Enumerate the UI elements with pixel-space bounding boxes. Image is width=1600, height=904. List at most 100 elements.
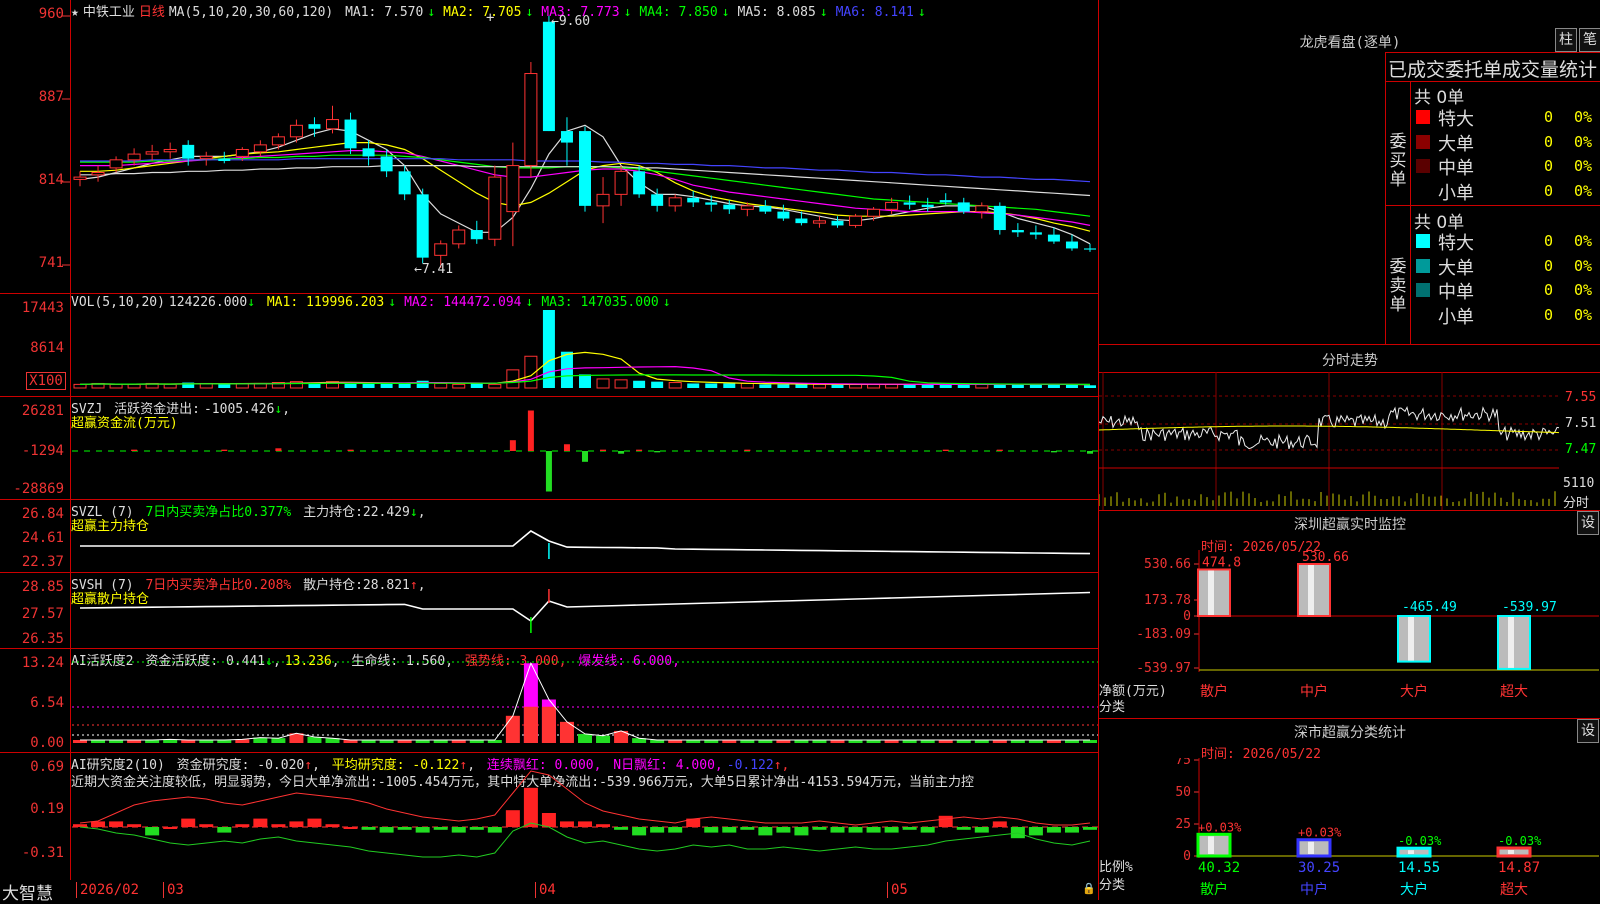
month-label: 03 — [163, 882, 184, 898]
monitor-chart[interactable]: 530.66 173.780 -183.09 -539.97 474.8 散户 530.66… — [1099, 550, 1600, 718]
flow-bar — [1087, 451, 1093, 454]
monitor-y-label: 0 — [1183, 609, 1191, 624]
volume-bar — [777, 384, 790, 388]
candle-body — [740, 205, 754, 210]
order-color-swatch — [1416, 258, 1430, 273]
volume-bar — [614, 379, 628, 389]
class-settings-button[interactable]: 设 — [1577, 719, 1599, 743]
volume-chart[interactable] — [0, 294, 1098, 397]
candlestick-chart[interactable] — [0, 0, 1098, 294]
monitor-y-label: 173.78 — [1144, 593, 1191, 608]
candle-body — [524, 73, 538, 167]
order-count: 0 — [1544, 281, 1554, 299]
monitor-settings-button[interactable]: 设 — [1577, 511, 1599, 535]
candle-body — [470, 230, 483, 240]
order-percent: 0% — [1574, 181, 1593, 200]
research-bar — [776, 827, 791, 833]
lock-icon[interactable]: 🔒 — [1082, 882, 1096, 895]
order-count: 0 — [1544, 232, 1554, 250]
research-bar — [974, 827, 989, 833]
class-stats-chart[interactable]: 75 50 25 0 +0.03% 40.32 散户 +0.03% 30.25 中户 -0.03% 1… — [1099, 758, 1600, 900]
research-bar — [253, 818, 268, 827]
order-count: 0 — [1544, 108, 1554, 126]
candle-body — [921, 204, 934, 208]
ai-research-pane[interactable]: 0.69 0.19 -0.31 AI研究度2(10) 资金研究度: -0.020… — [0, 753, 1098, 880]
monitor-y-label: 530.66 — [1144, 557, 1191, 572]
research-bar — [397, 827, 412, 830]
ai-active-pane[interactable]: 13.24 6.54 0.00 AI活跃度2 资金活跃度: 0.441↓, 13.… — [0, 649, 1098, 753]
svzl-pane[interactable]: 26.84 24.61 22.37 SVZL (7) 7日内买卖净占比0.377… — [0, 500, 1098, 573]
research-bar — [956, 827, 971, 830]
research-bar — [487, 827, 502, 833]
class-y-label: 25 — [1175, 817, 1191, 832]
ai-active-chart[interactable] — [0, 649, 1098, 753]
research-bar — [938, 815, 953, 827]
monitor-bar-shine — [1508, 617, 1514, 668]
flow-bar — [618, 451, 625, 454]
research-bar — [523, 787, 538, 827]
volume-bar — [470, 383, 483, 388]
monitor-bar-shine — [1308, 565, 1314, 615]
monitor-y-label: -183.09 — [1136, 627, 1191, 642]
candle-body — [344, 119, 357, 149]
class-bar-value: 40.32 — [1198, 860, 1240, 876]
research-bar — [632, 827, 647, 836]
research-bar — [812, 827, 827, 830]
svsh-chart[interactable] — [0, 573, 1098, 649]
volume-bar — [218, 384, 231, 388]
research-bar — [343, 827, 358, 829]
order-count: 0 — [1544, 305, 1554, 324]
price-pane[interactable]: 960 887 814 741 ★ 中铁工业 日线 MA(5,10,20,30,60,… — [0, 0, 1098, 294]
svsh-pane[interactable]: 28.85 27.57 26.35 SVSH (7) 7日内买卖净占比0.208… — [0, 573, 1098, 649]
volume-bar — [398, 383, 411, 388]
class-category: 超大 — [1500, 882, 1528, 898]
flow-bar — [221, 449, 228, 451]
candle-body — [812, 220, 826, 224]
research-bar — [451, 827, 466, 833]
candle-body — [614, 170, 628, 195]
research-bar — [541, 813, 556, 827]
candle-body — [705, 202, 718, 205]
volume-bar — [651, 381, 664, 388]
class-category: 中户 — [1300, 881, 1328, 898]
candle-body — [903, 202, 916, 205]
svzl-chart[interactable] — [0, 500, 1098, 573]
candle-body — [145, 151, 159, 155]
svzj-chart[interactable] — [0, 397, 1098, 500]
activity-bar — [578, 733, 592, 743]
class-delta: -0.03% — [1398, 834, 1442, 848]
candle-body — [416, 194, 429, 258]
volume-bar — [362, 383, 375, 388]
volume-bar — [344, 383, 357, 388]
research-bar — [109, 821, 124, 827]
class-bar-shine — [1308, 841, 1314, 854]
volume-bar — [73, 383, 87, 389]
order-color-swatch — [1416, 307, 1430, 322]
volume-pane[interactable]: 17443 8614 X100 VOL(5,10,20) 124226.000↓ … — [0, 294, 1098, 397]
class-bar-shine — [1408, 850, 1414, 854]
tick-view-button[interactable]: 笔 — [1579, 28, 1600, 52]
svzj-pane[interactable]: 26281 -1294 -28869 SVZJ 活跃资金进出: -1005.426… — [0, 397, 1098, 500]
class-y-label: 0 — [1183, 849, 1191, 864]
candle-body — [488, 176, 502, 240]
research-bar — [902, 827, 917, 830]
volume-bar — [596, 378, 610, 389]
candle-body — [380, 156, 393, 172]
order-size-label: 特大 — [1438, 109, 1474, 130]
class-bar-value: 14.87 — [1498, 860, 1540, 876]
class-bar-shine — [1508, 850, 1514, 854]
candle-body — [235, 148, 249, 157]
monitor-category: 大户 — [1400, 683, 1428, 700]
candle-body — [253, 144, 267, 153]
intraday-chart[interactable] — [1099, 372, 1600, 510]
candle-body — [163, 148, 177, 153]
volume-bar — [687, 383, 700, 388]
candle-body — [398, 171, 411, 195]
flow-bar — [636, 449, 643, 451]
bar-view-button[interactable]: 柱 — [1555, 28, 1577, 52]
research-bar — [361, 827, 376, 830]
volume-bar — [723, 383, 736, 388]
order-color-swatch — [1416, 110, 1430, 124]
ai-research-chart[interactable] — [0, 753, 1098, 880]
order-percent: 0% — [1574, 256, 1593, 275]
